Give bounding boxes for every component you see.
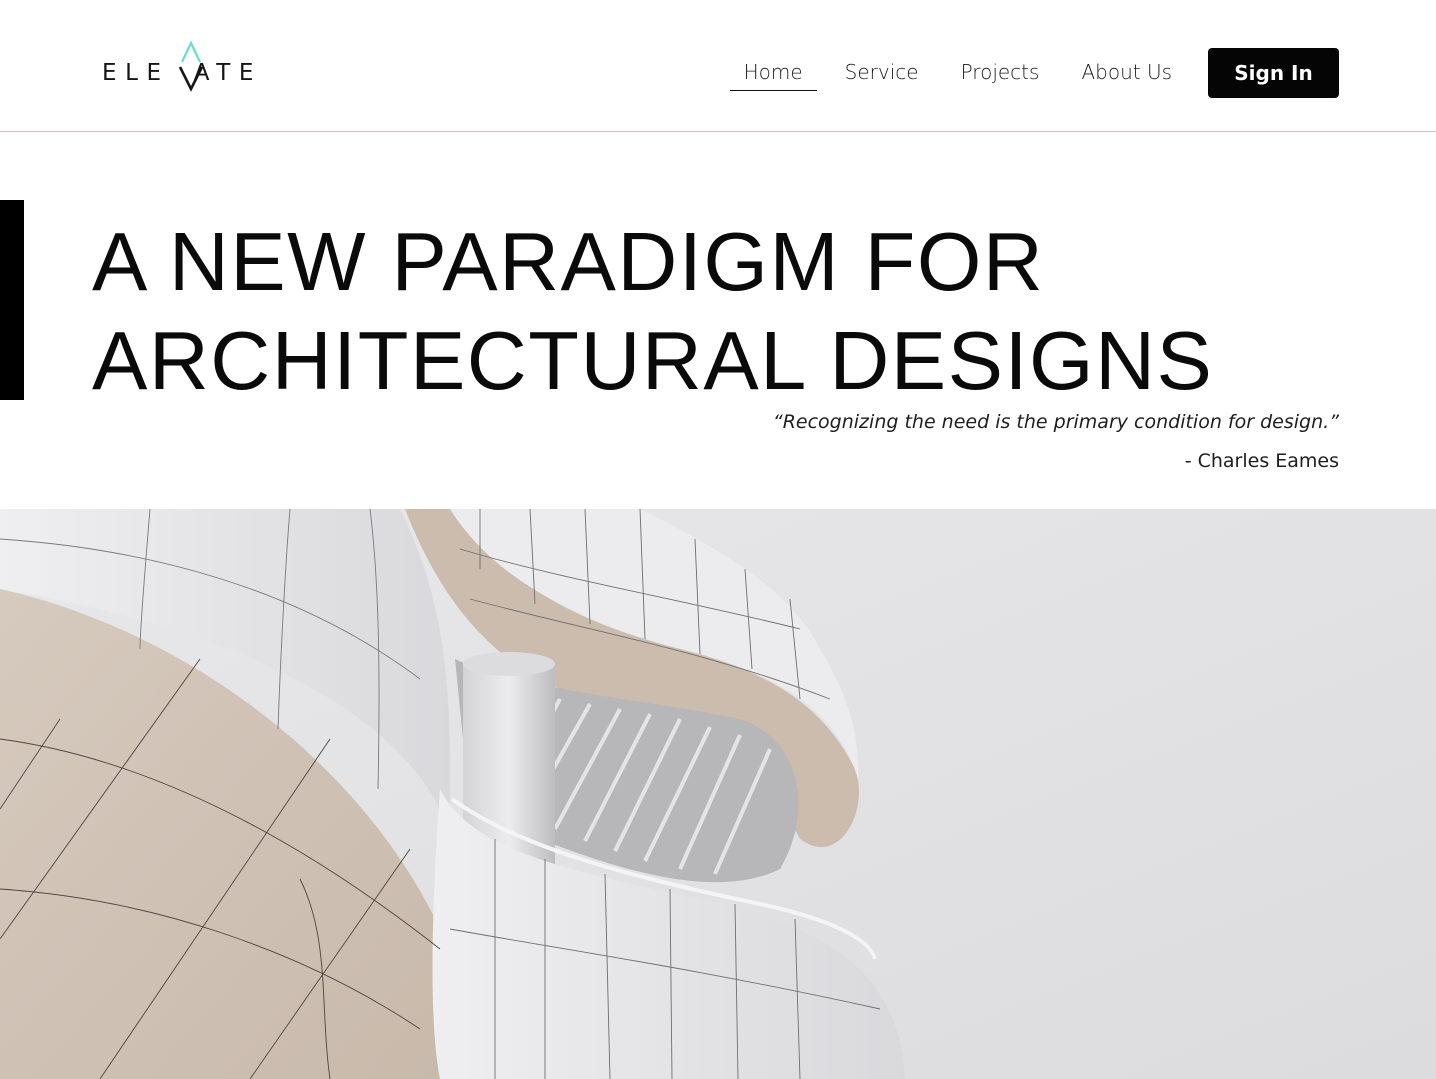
hero-headline-line-2: ARCHITECTURAL DESIGNS	[92, 314, 1214, 407]
brand-name-end: ATE	[193, 60, 263, 86]
hero-quote: “Recognizing the need is the primary con…	[772, 411, 1339, 433]
architecture-photo-illustration	[0, 509, 1436, 1079]
main-nav: Home Service Projects About Us	[729, 46, 1186, 92]
hero-headline: A NEW PARADIGM FOR ARCHITECTURAL DESIGNS	[92, 212, 1292, 410]
sign-in-button[interactable]: Sign In	[1208, 48, 1339, 98]
nav-item-home[interactable]: Home	[729, 46, 817, 91]
nav-item-projects[interactable]: Projects	[947, 46, 1054, 91]
quote-author: - Charles Eames	[1184, 450, 1339, 472]
nav-item-service[interactable]: Service	[831, 46, 933, 91]
brand-logo[interactable]: ELE ATE	[100, 40, 285, 94]
brand-name-start: ELE	[102, 60, 170, 86]
hero-accent-bar	[0, 200, 24, 400]
site-header: ELE ATE Home Service Projects About Us Si…	[0, 0, 1436, 132]
landing-page: ELE ATE Home Service Projects About Us Si…	[0, 0, 1436, 1079]
hero-architecture-image	[0, 509, 1436, 1079]
hero-headline-line-1: A NEW PARADIGM FOR	[92, 215, 1045, 308]
brand-wordmark: ELE ATE	[102, 60, 262, 86]
nav-item-about-us[interactable]: About Us	[1067, 46, 1186, 91]
